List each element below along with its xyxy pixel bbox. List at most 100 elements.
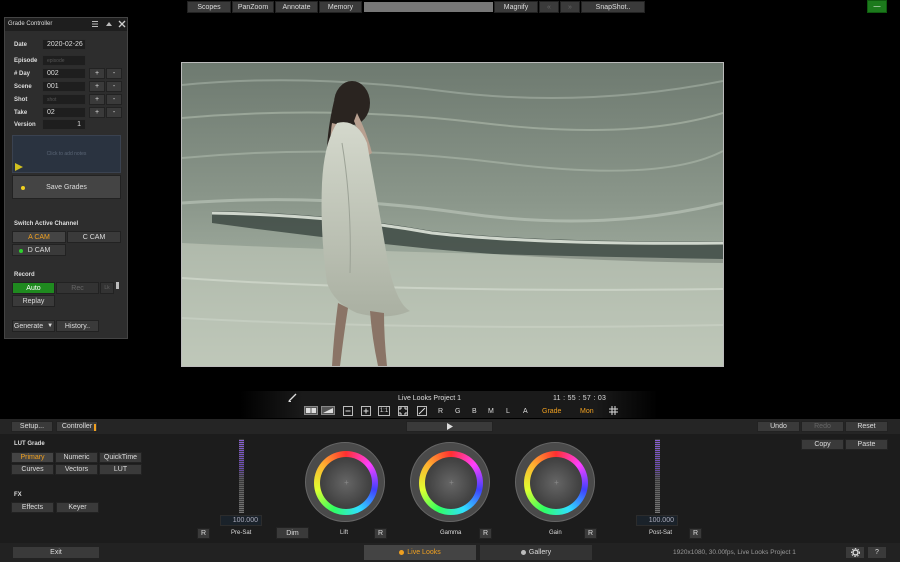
redo-button[interactable]: Redo: [801, 421, 844, 432]
magnify-button[interactable]: Magnify: [494, 1, 538, 13]
presat-reset-button[interactable]: R: [197, 528, 210, 539]
undo-button[interactable]: Undo: [757, 421, 800, 432]
close-icon[interactable]: [118, 20, 126, 28]
quicktime-tab[interactable]: QuickTime: [99, 452, 142, 463]
lift-label: Lift: [340, 530, 349, 536]
setup-button[interactable]: Setup...: [11, 421, 53, 432]
take-field[interactable]: 02: [42, 107, 86, 118]
prev-arrow-button[interactable]: «: [539, 1, 559, 13]
paste-button[interactable]: Paste: [845, 439, 888, 450]
snapshot-button[interactable]: SnapShot..: [581, 1, 645, 13]
notes-area[interactable]: Click to add notes: [12, 135, 121, 173]
controller-button[interactable]: Controller: [56, 421, 98, 432]
gamma-color-wheel[interactable]: +: [410, 442, 490, 522]
date-field[interactable]: 2020-02-26: [42, 39, 86, 50]
gallery-tab[interactable]: Gallery: [479, 544, 593, 561]
scene-plus-button[interactable]: +: [89, 81, 105, 92]
take-plus-button[interactable]: +: [89, 107, 105, 118]
gain-reset-button[interactable]: R: [584, 528, 597, 539]
pen-icon[interactable]: [288, 393, 297, 402]
generate-dropdown[interactable]: Generate ▼: [12, 320, 55, 332]
a-cam-button[interactable]: A CAM: [12, 231, 66, 243]
primary-tab[interactable]: Primary: [11, 452, 54, 463]
exit-button[interactable]: Exit: [12, 546, 100, 559]
episode-field[interactable]: episode: [42, 55, 86, 66]
playback-toggle-button[interactable]: [406, 421, 493, 432]
settings-button[interactable]: [845, 546, 865, 559]
grade-toggle-button[interactable]: Grade: [542, 408, 561, 415]
mon-toggle-button[interactable]: Mon: [580, 408, 594, 415]
save-grades-button[interactable]: Save Grades: [12, 175, 121, 199]
effects-tab[interactable]: Effects: [11, 502, 54, 513]
minimize-button[interactable]: —: [867, 0, 887, 13]
shot-minus-button[interactable]: -: [106, 94, 122, 105]
channel-l-button[interactable]: L: [506, 408, 510, 415]
vectors-tab[interactable]: Vectors: [55, 464, 98, 475]
zoom-in-icon[interactable]: [361, 406, 371, 416]
rec-button[interactable]: Rec: [56, 282, 99, 294]
auto-record-button[interactable]: Auto: [12, 282, 55, 294]
postsat-reset-button[interactable]: R: [689, 528, 702, 539]
lift-color-wheel[interactable]: +: [305, 442, 385, 522]
grade-controller-titlebar[interactable]: Grade Controller: [5, 18, 127, 31]
lift-reset-button[interactable]: R: [374, 528, 387, 539]
day-minus-button[interactable]: -: [106, 68, 122, 79]
zoom-out-icon[interactable]: [343, 406, 353, 416]
take-minus-button[interactable]: -: [106, 107, 122, 118]
switch-channel-title: Switch Active Channel: [14, 221, 79, 227]
keyer-tab[interactable]: Keyer: [56, 502, 99, 513]
split-view-icon[interactable]: [304, 406, 318, 415]
channel-r-button[interactable]: R: [438, 408, 443, 415]
dim-button[interactable]: Dim: [276, 527, 309, 539]
grid-overlay-icon[interactable]: [609, 406, 618, 415]
zoom-1to1-button[interactable]: 1:1: [378, 406, 390, 416]
channel-b-button[interactable]: B: [472, 408, 477, 415]
grade-controller-title: Grade Controller: [8, 21, 53, 27]
shot-label: Shot: [14, 97, 28, 103]
lock-button[interactable]: Lk: [100, 282, 114, 294]
video-viewer[interactable]: [181, 62, 724, 367]
fullscreen-diagonal-icon[interactable]: [417, 406, 427, 416]
d-cam-button[interactable]: D CAM: [12, 244, 66, 256]
scene-minus-button[interactable]: -: [106, 81, 122, 92]
day-field[interactable]: 002: [42, 68, 86, 79]
numeric-tab[interactable]: Numeric: [55, 452, 98, 463]
live-looks-tab[interactable]: Live Looks: [363, 544, 477, 561]
postsat-meter[interactable]: [655, 439, 660, 513]
date-label: Date: [14, 42, 28, 48]
record-scroll-handle[interactable]: [116, 282, 119, 289]
version-field[interactable]: 1: [42, 119, 86, 130]
scopes-button[interactable]: Scopes: [187, 1, 231, 13]
shot-plus-button[interactable]: +: [89, 94, 105, 105]
scene-field[interactable]: 001: [42, 81, 86, 92]
history-button[interactable]: History..: [56, 320, 99, 332]
memory-button[interactable]: Memory: [319, 1, 362, 13]
copy-button[interactable]: Copy: [801, 439, 844, 450]
gamma-reset-button[interactable]: R: [479, 528, 492, 539]
postsat-value-field[interactable]: 100.000: [636, 515, 678, 526]
top-toolbar: Scopes PanZoom Annotate Memory Magnify «…: [0, 0, 900, 13]
gain-color-wheel[interactable]: +: [515, 442, 595, 522]
fit-to-window-icon[interactable]: [398, 406, 408, 416]
wipe-view-icon[interactable]: [321, 406, 335, 415]
memory-slot-bar[interactable]: [364, 2, 493, 12]
shot-field[interactable]: shot: [42, 94, 86, 105]
fx-title: FX: [14, 492, 22, 498]
next-arrow-button[interactable]: »: [560, 1, 580, 13]
replay-button[interactable]: Replay: [12, 295, 55, 307]
presat-meter[interactable]: [239, 439, 244, 513]
lut-tab[interactable]: LUT: [99, 464, 142, 475]
annotate-button[interactable]: Annotate: [275, 1, 318, 13]
c-cam-button[interactable]: C CAM: [67, 231, 121, 243]
channel-m-button[interactable]: M: [488, 408, 494, 415]
day-plus-button[interactable]: +: [89, 68, 105, 79]
collapse-up-icon[interactable]: [105, 20, 113, 28]
channel-a-button[interactable]: A: [523, 408, 528, 415]
help-button[interactable]: ?: [867, 546, 887, 559]
channel-g-button[interactable]: G: [455, 408, 460, 415]
reset-button[interactable]: Reset: [845, 421, 888, 432]
presat-value-field[interactable]: 100.000: [220, 515, 262, 526]
panzoom-button[interactable]: PanZoom: [232, 1, 274, 13]
curves-tab[interactable]: Curves: [11, 464, 54, 475]
menu-icon[interactable]: [91, 20, 99, 28]
